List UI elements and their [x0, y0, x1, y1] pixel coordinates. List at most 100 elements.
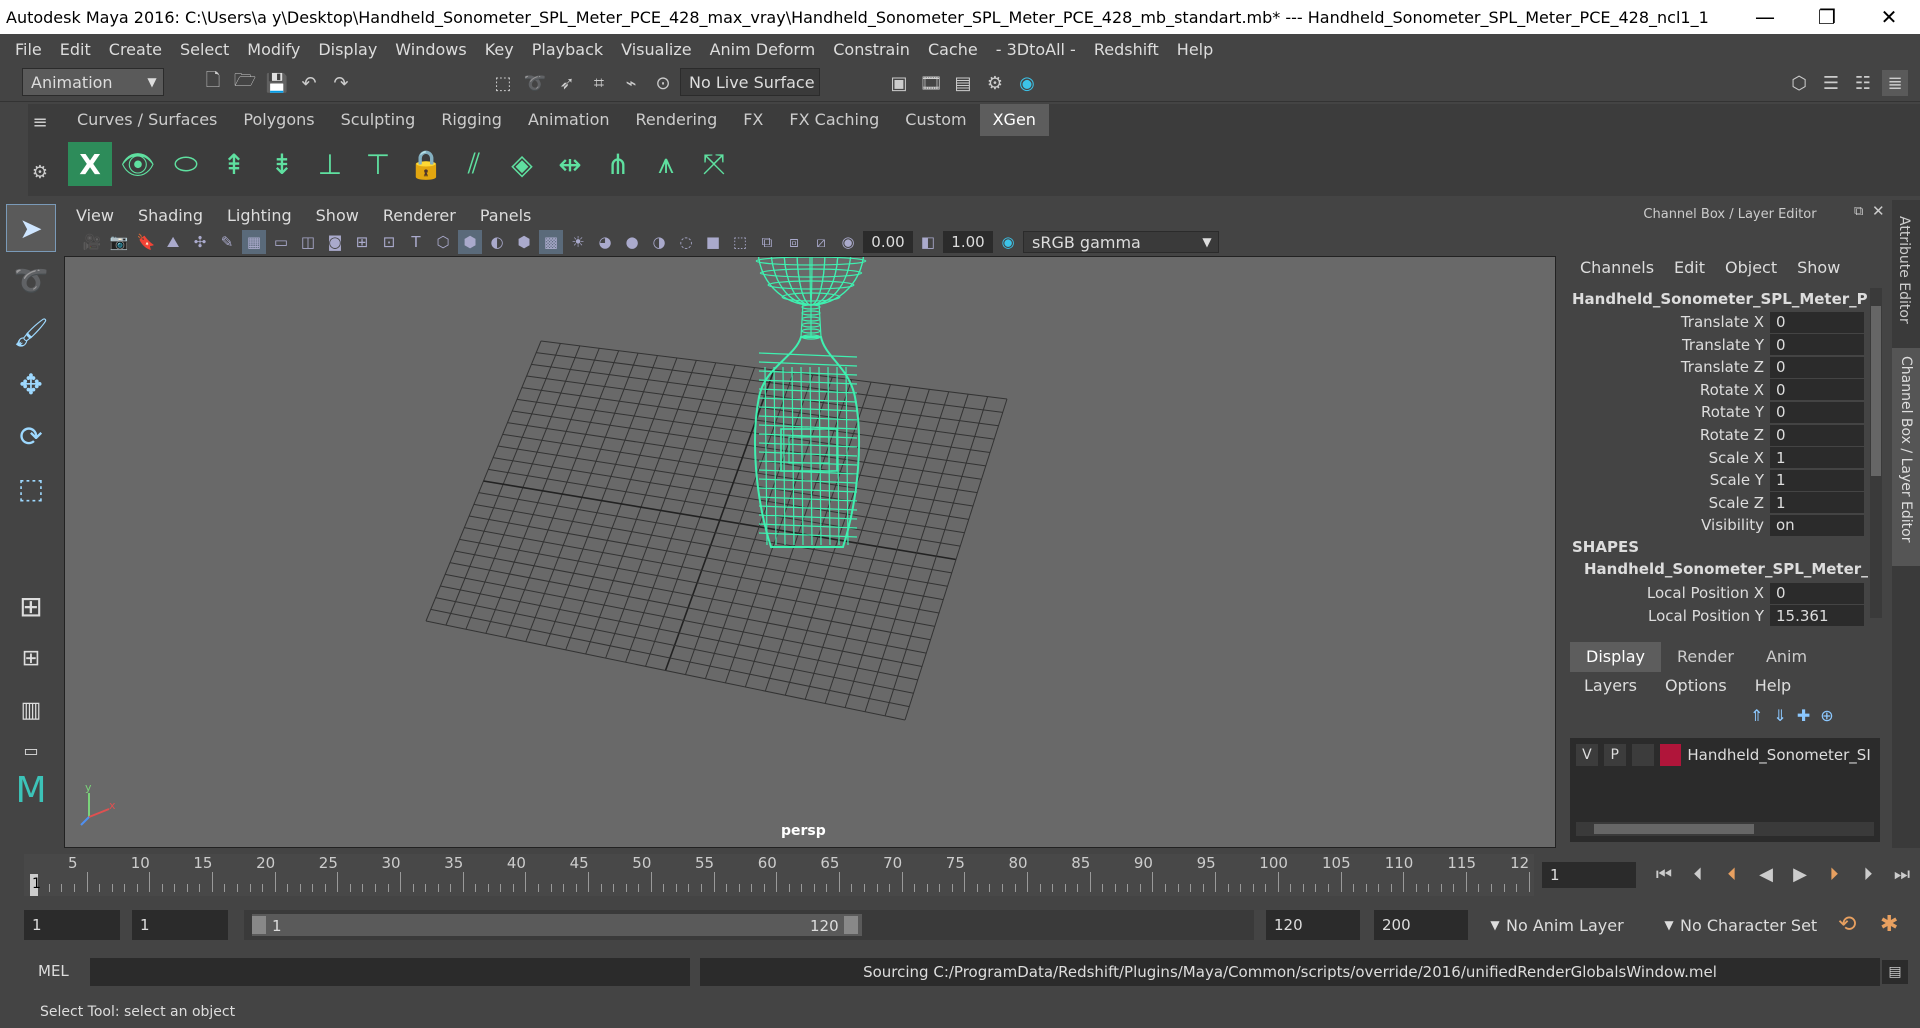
- four-view-layout-icon[interactable]: ⊞: [6, 634, 56, 682]
- channel-row[interactable]: Scale Z1: [1570, 492, 1864, 514]
- playback-end-field[interactable]: 120: [1266, 910, 1360, 940]
- channel-label[interactable]: Translate Z: [1570, 358, 1770, 376]
- layer-display-type-toggle[interactable]: [1631, 744, 1654, 766]
- shelf-tab-curves-surfaces[interactable]: Curves / Surfaces: [64, 104, 230, 136]
- close-panel-icon[interactable]: ✕: [1872, 202, 1885, 220]
- channel-value-field[interactable]: on: [1770, 514, 1864, 536]
- menu-constrain[interactable]: Constrain: [824, 40, 919, 59]
- playback-start-field[interactable]: 1: [132, 910, 228, 940]
- current-frame-field[interactable]: 1: [1542, 862, 1636, 888]
- safe-action-icon[interactable]: ⊡: [377, 230, 401, 254]
- xray-icon[interactable]: ⧉: [755, 230, 779, 254]
- layer-visibility-toggle[interactable]: V: [1576, 744, 1598, 766]
- shape-channel-value-field[interactable]: 15.361: [1770, 605, 1864, 627]
- panel-menu-renderer[interactable]: Renderer: [371, 206, 468, 225]
- channel-label[interactable]: Rotate X: [1570, 381, 1770, 399]
- grid-toggle-icon[interactable]: ▦: [242, 230, 266, 254]
- panel-menu-view[interactable]: View: [64, 206, 126, 225]
- channel-label[interactable]: Translate Y: [1570, 336, 1770, 354]
- panel-menu-shading[interactable]: Shading: [126, 206, 215, 225]
- panel-menu-show[interactable]: Show: [304, 206, 371, 225]
- layer-horizontal-scrollbar[interactable]: [1576, 822, 1874, 836]
- menu-visualize[interactable]: Visualize: [612, 40, 700, 59]
- isolate-select-icon[interactable]: ⬚: [728, 230, 752, 254]
- script-editor-icon[interactable]: ▤: [1882, 960, 1908, 984]
- channel-row[interactable]: Rotate Y0: [1570, 401, 1864, 423]
- grease-pencil-icon[interactable]: ✎: [215, 230, 239, 254]
- shelf-tab-fx[interactable]: FX: [730, 104, 776, 136]
- new-layer-selected-icon[interactable]: ⊕: [1820, 706, 1833, 725]
- menu-display[interactable]: Display: [309, 40, 386, 59]
- xgen-preview-eye-icon[interactable]: 👁: [116, 142, 160, 186]
- shape-name[interactable]: Handheld_Sonometer_SPL_Meter_P...: [1584, 560, 1868, 578]
- channel-value-field[interactable]: 0: [1770, 424, 1864, 446]
- safe-title-icon[interactable]: T: [404, 230, 428, 254]
- channel-value-field[interactable]: 0: [1770, 311, 1864, 333]
- xgen-guide-rebuild-icon[interactable]: ⫽: [452, 142, 496, 186]
- xgen-sculpt-guide-icon[interactable]: ⇟: [260, 142, 304, 186]
- render-frame-icon[interactable]: 🎞: [918, 70, 944, 96]
- shape-channel-row[interactable]: Local Position X0: [1570, 582, 1864, 604]
- image-plane-icon[interactable]: ⛰: [161, 230, 185, 254]
- snap-point-icon[interactable]: ⊙: [650, 70, 676, 96]
- new-scene-icon[interactable]: 🗋: [200, 70, 226, 96]
- shelf-menu-icon[interactable]: ≡: [30, 112, 50, 133]
- channel-row[interactable]: Scale Y1: [1570, 469, 1864, 491]
- channel-row[interactable]: Translate X0: [1570, 311, 1864, 333]
- move-layer-down-icon[interactable]: ⇓: [1773, 706, 1786, 725]
- resolution-gate-icon[interactable]: ◫: [296, 230, 320, 254]
- color-management-icon[interactable]: ◉: [996, 230, 1020, 254]
- layer-name[interactable]: Handheld_Sonometer_SI: [1687, 746, 1876, 764]
- xray-joints-icon[interactable]: ⧈: [782, 230, 806, 254]
- shadows-icon[interactable]: ◕: [593, 230, 617, 254]
- move-tool-icon[interactable]: ✥: [6, 360, 56, 408]
- wireframe-icon[interactable]: ⬡: [431, 230, 455, 254]
- camera-attributes-icon[interactable]: 📷: [107, 230, 131, 254]
- menu-help[interactable]: Help: [1168, 40, 1222, 59]
- menu-3dtoall[interactable]: - 3DtoAll -: [987, 40, 1085, 59]
- shelf-tab-rigging[interactable]: Rigging: [428, 104, 515, 136]
- use-all-lights-icon[interactable]: ☀: [566, 230, 590, 254]
- camera-select-icon[interactable]: 🎥: [80, 230, 104, 254]
- close-button[interactable]: ✕: [1858, 0, 1920, 34]
- layer-tab-anim[interactable]: Anim: [1750, 642, 1823, 672]
- menu-anim-deform[interactable]: Anim Deform: [701, 40, 825, 59]
- channel-label[interactable]: Scale Z: [1570, 494, 1770, 512]
- channel-box-scrollbar[interactable]: [1870, 288, 1882, 618]
- layers-menu[interactable]: Layers: [1570, 676, 1651, 702]
- textured-icon[interactable]: ▩: [539, 230, 563, 254]
- xgen-select-cv-icon[interactable]: ⊤: [356, 142, 400, 186]
- range-slider[interactable]: 1 120: [244, 910, 1254, 940]
- menu-cache[interactable]: Cache: [919, 40, 987, 59]
- channel-row[interactable]: Rotate X0: [1570, 379, 1864, 401]
- object-name[interactable]: Handheld_Sonometer_SPL_Meter_PCE...: [1572, 290, 1868, 308]
- xgen-lock-length-icon[interactable]: 🔒: [404, 142, 448, 186]
- animation-preferences-icon[interactable]: ✱: [1880, 912, 1898, 937]
- shelf-tab-xgen[interactable]: XGen: [979, 104, 1049, 136]
- auto-key-icon[interactable]: ⟲: [1838, 912, 1856, 937]
- menu-modify[interactable]: Modify: [238, 40, 309, 59]
- menu-select[interactable]: Select: [171, 40, 238, 59]
- play-forward-icon[interactable]: ▶: [1786, 860, 1814, 888]
- channel-row[interactable]: Rotate Z0: [1570, 424, 1864, 446]
- layers-help-menu[interactable]: Help: [1741, 676, 1805, 702]
- outliner-layout-icon[interactable]: ▥: [6, 686, 56, 734]
- channel-value-field[interactable]: 0: [1770, 356, 1864, 378]
- channel-label[interactable]: Scale Y: [1570, 471, 1770, 489]
- go-to-start-icon[interactable]: ⏮: [1650, 860, 1678, 888]
- channel-row[interactable]: Scale X1: [1570, 447, 1864, 469]
- shelf-tab-polygons[interactable]: Polygons: [230, 104, 327, 136]
- float-panel-icon[interactable]: ⧉: [1854, 204, 1863, 219]
- shape-channel-label[interactable]: Local Position X: [1570, 584, 1770, 602]
- snap-grid-icon[interactable]: ⌗: [586, 70, 612, 96]
- single-perspective-layout-icon[interactable]: ⊞: [6, 582, 56, 630]
- field-chart-icon[interactable]: ⊞: [350, 230, 374, 254]
- channel-box-icon[interactable]: ≣: [1882, 70, 1908, 96]
- xgen-clear-preview-icon[interactable]: ⬭: [164, 142, 208, 186]
- channel-label[interactable]: Visibility: [1570, 516, 1770, 534]
- minimize-button[interactable]: —: [1734, 0, 1796, 34]
- color-space-dropdown[interactable]: sRGB gamma ▼: [1023, 231, 1219, 253]
- animation-start-field[interactable]: 1: [24, 910, 120, 940]
- scale-tool-icon[interactable]: ⬚: [6, 464, 56, 512]
- motion-blur-icon[interactable]: ◑: [647, 230, 671, 254]
